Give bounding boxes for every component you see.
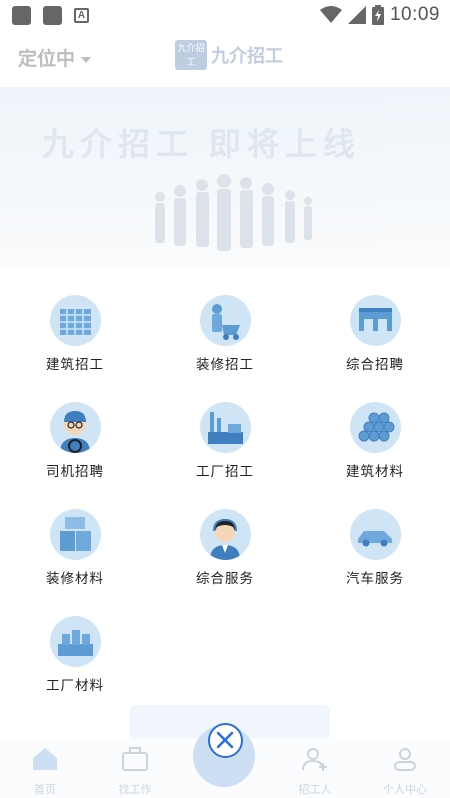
tab-label: 首页 (34, 784, 56, 796)
close-button[interactable] (208, 723, 243, 758)
profile-icon (394, 748, 416, 771)
category-general-service[interactable]: 综合服务 (150, 504, 300, 609)
briefcase-icon (122, 747, 148, 771)
status-bar: A 10:09 (0, 0, 450, 30)
category-label: 工厂材料 (46, 678, 104, 693)
signal-icon (347, 6, 366, 24)
category-car-service[interactable]: 汽车服务 (300, 504, 450, 609)
faded-top-region: 定位中 九介招工 九介招工 九介招工 即将上线 (0, 30, 450, 266)
home-icon (33, 748, 57, 770)
category-decoration-recruit[interactable]: 装修招工 (150, 290, 300, 395)
clock-time: 10:09 (389, 4, 440, 25)
category-label: 综合服务 (196, 571, 254, 586)
category-label: 建筑材料 (346, 464, 404, 479)
tab-label: 招工人 (298, 784, 332, 796)
chevron-down-icon (81, 56, 92, 63)
factory-building-icon (359, 308, 392, 331)
add-user-icon (302, 748, 327, 771)
customer-service-icon (210, 518, 240, 560)
close-icon (216, 731, 234, 749)
app-notification-icon (12, 6, 31, 25)
a-notification-icon: A (74, 8, 89, 23)
wifi-icon (319, 6, 342, 23)
factory-icon (208, 412, 243, 444)
category-label: 装修材料 (46, 571, 104, 586)
location-selector[interactable]: 定位中 (18, 44, 92, 71)
tab-recruit[interactable]: 招工人 (270, 746, 360, 797)
app-header: 定位中 九介招工 九介招工 (0, 30, 450, 82)
category-label: 司机招聘 (46, 464, 104, 479)
people-silhouette-icon (155, 174, 312, 251)
promo-banner[interactable]: 九介招工 即将上线 (0, 87, 450, 266)
boxes-icon (60, 517, 91, 551)
category-label: 综合招聘 (346, 357, 404, 372)
category-general-recruit[interactable]: 综合招聘 (300, 290, 450, 395)
category-driver-recruit[interactable]: 司机招聘 (0, 397, 150, 502)
category-label: 工厂招工 (196, 464, 254, 479)
tab-label: 个人中心 (383, 784, 427, 796)
car-icon (358, 531, 392, 547)
category-factory-recruit[interactable]: 工厂招工 (150, 397, 300, 502)
factory-materials-icon (58, 630, 93, 656)
category-factory-materials[interactable]: 工厂材料 (0, 611, 150, 716)
tab-find-job[interactable]: 找工作 (90, 746, 180, 797)
category-building-materials[interactable]: 建筑材料 (300, 397, 450, 502)
pipes-icon (358, 412, 395, 442)
banner-text: 九介招工 即将上线 (42, 126, 361, 162)
building-construction-icon (60, 309, 91, 335)
app-notification-icon (43, 6, 62, 25)
decoration-worker-icon (212, 304, 240, 340)
logo-text: 九介招工 (211, 46, 283, 66)
driver-icon (60, 411, 90, 453)
category-decoration-materials[interactable]: 装修材料 (0, 504, 150, 609)
location-label: 定位中 (18, 49, 76, 70)
app-logo: 九介招工 九介招工 (175, 40, 283, 70)
category-label: 汽车服务 (346, 571, 404, 586)
category-label: 建筑招工 (46, 357, 104, 372)
category-building-recruit[interactable]: 建筑招工 (0, 290, 150, 395)
tab-profile[interactable]: 个人中心 (360, 746, 450, 797)
tab-home[interactable]: 首页 (0, 746, 90, 797)
category-label: 装修招工 (196, 357, 254, 372)
tab-label: 找工作 (118, 784, 152, 796)
battery-icon (371, 5, 384, 25)
logo-badge: 九介招工 (175, 40, 207, 70)
